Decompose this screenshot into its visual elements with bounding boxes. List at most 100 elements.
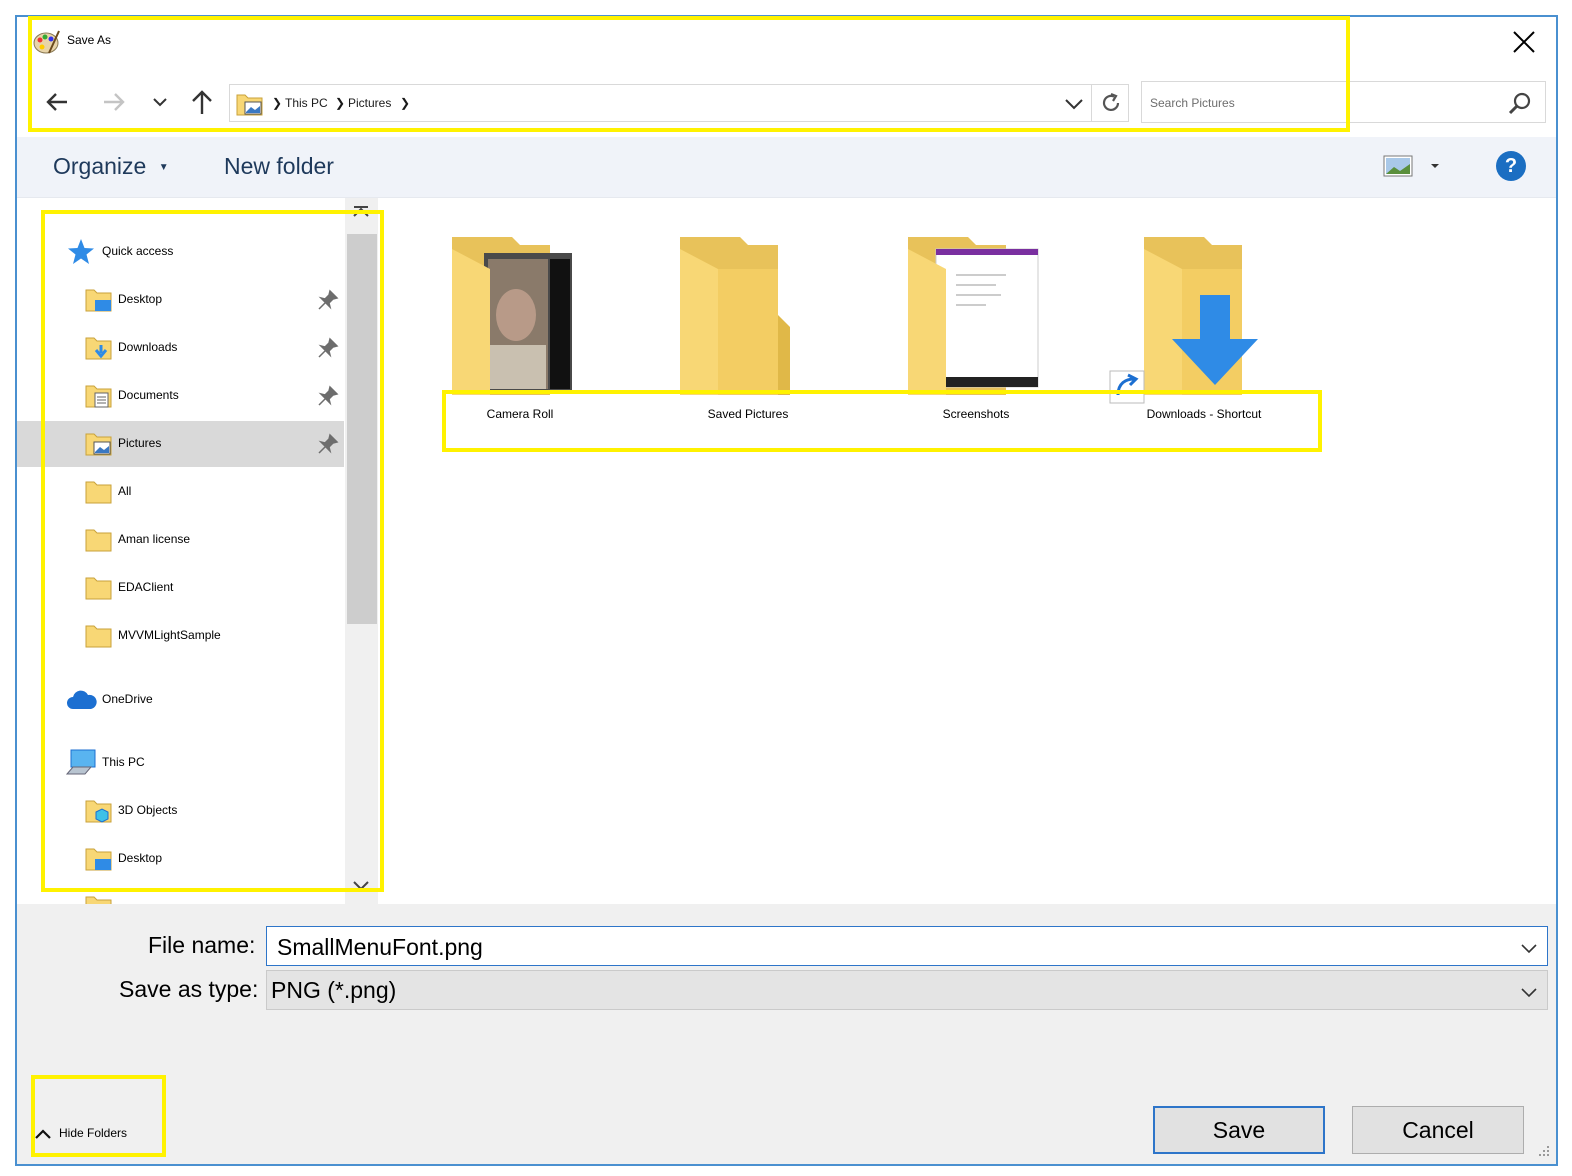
breadcrumb-pictures[interactable]: Pictures [348, 96, 391, 110]
command-toolbar: Organize ▼ New folder ? [17, 137, 1556, 198]
nav-onedrive[interactable]: OneDrive [17, 677, 344, 723]
nav-label: Aman license [118, 532, 191, 546]
save-as-dialog: Save As ❯ This PC ❯ Pictures ❯ Search Pi… [15, 15, 1558, 1166]
pin-icon[interactable] [317, 337, 339, 364]
shortcut-folder-icon [1109, 237, 1258, 404]
documents-folder-icon [85, 383, 113, 414]
organize-button[interactable]: Organize ▼ [53, 153, 169, 180]
cloud-icon [65, 689, 97, 716]
scroll-up-icon[interactable] [352, 205, 370, 224]
desktop-folder-icon [85, 287, 113, 318]
file-name-input[interactable] [275, 931, 1509, 963]
pictures-folder-icon [85, 431, 113, 462]
save-as-type-value: PNG (*.png) [271, 977, 397, 1003]
star-icon [67, 238, 95, 271]
caret-down-icon: ▼ [158, 162, 169, 174]
arrow-left-icon [46, 93, 67, 111]
refresh-button[interactable] [1091, 85, 1129, 121]
forward-button[interactable] [96, 85, 132, 119]
save-options-panel: File name: Save as type: PNG (*.png) Hid… [17, 904, 1556, 1164]
file-name-combobox[interactable] [266, 926, 1548, 966]
folder-name: Downloads - Shortcut [1146, 407, 1262, 421]
refresh-icon [1102, 92, 1119, 112]
organize-label: Organize [53, 153, 147, 179]
close-button[interactable] [1507, 27, 1541, 57]
nav-label: EDAClient [118, 580, 174, 594]
nav-label: 3D Objects [118, 803, 178, 817]
address-bar[interactable]: ❯ This PC ❯ Pictures ❯ [229, 84, 1129, 122]
hide-folders-button[interactable]: Hide Folders [35, 1126, 127, 1140]
folder-downloads-shortcut[interactable]: Downloads - Shortcut [1109, 227, 1294, 447]
save-button[interactable]: Save [1153, 1106, 1325, 1154]
nav-label: Documents [118, 388, 179, 402]
chevron-down-icon [1065, 99, 1083, 110]
chevron-up-icon [35, 1129, 51, 1139]
nav-item-all[interactable]: All [17, 469, 344, 515]
nav-item-partial[interactable] [17, 884, 344, 904]
nav-label: Desktop [118, 851, 163, 865]
view-icon [1383, 155, 1439, 177]
chevron-down-icon [153, 98, 167, 107]
breadcrumb-separator-icon: ❯ [335, 96, 346, 110]
cancel-button[interactable]: Cancel [1352, 1106, 1524, 1154]
nav-quick-access[interactable]: Quick access [17, 229, 344, 275]
folder-icon [85, 894, 113, 904]
breadcrumb-this-pc[interactable]: This PC [285, 96, 328, 110]
pin-icon[interactable] [317, 433, 339, 460]
folder-icon [680, 237, 790, 395]
scrollbar-thumb[interactable] [347, 234, 377, 624]
search-input[interactable] [1148, 82, 1492, 124]
nav-item-aman-license[interactable]: Aman license [17, 517, 344, 563]
nav-label: OneDrive [102, 692, 153, 706]
nav-item-3d-objects[interactable]: 3D Objects [17, 788, 344, 834]
resize-grip-icon[interactable] [1537, 1144, 1551, 1163]
recent-locations-button[interactable] [145, 85, 175, 119]
nav-item-mvvmlightsample[interactable]: MVVMLightSample [17, 613, 344, 659]
up-button[interactable] [184, 85, 220, 119]
scroll-down-icon[interactable] [352, 879, 370, 898]
folder-icon [85, 623, 113, 654]
folder-screenshots[interactable]: Screenshots [886, 227, 1066, 447]
back-button[interactable] [39, 85, 75, 119]
folder-icon [85, 575, 113, 606]
downloads-folder-icon [85, 335, 113, 366]
search-icon[interactable] [1508, 91, 1532, 120]
save-as-type-select[interactable]: PNG (*.png) [266, 970, 1548, 1010]
nav-item-desktop-pc[interactable]: Desktop [17, 836, 344, 882]
nav-item-desktop[interactable]: Desktop [17, 277, 344, 323]
file-name-label: File name: [148, 932, 256, 958]
paint-app-icon [31, 27, 61, 62]
help-icon: ? [1504, 154, 1518, 177]
nav-this-pc[interactable]: This PC [17, 740, 344, 786]
nav-label: Desktop [118, 292, 163, 306]
nav-item-downloads[interactable]: Downloads [17, 325, 344, 371]
hide-folders-label: Hide Folders [59, 1126, 128, 1140]
folder-icon [85, 479, 113, 510]
camera-roll-folder-icon [452, 237, 572, 395]
screenshots-folder-icon [908, 237, 1039, 395]
help-button[interactable]: ? [1496, 151, 1526, 181]
new-folder-button[interactable]: New folder [224, 153, 334, 180]
folder-camera-roll[interactable]: Camera Roll [430, 227, 610, 447]
nav-label: Downloads [118, 340, 178, 354]
nav-item-documents[interactable]: Documents [17, 373, 344, 419]
computer-icon [65, 748, 97, 781]
change-view-button[interactable] [1383, 155, 1443, 182]
folder-name: Screenshots [942, 407, 1010, 421]
search-box[interactable] [1141, 81, 1546, 124]
chevron-down-icon[interactable] [1521, 941, 1537, 959]
arrow-up-icon [192, 90, 212, 114]
navigation-pane: Quick access Desktop Downloads Documents [17, 198, 364, 904]
nav-label: Quick access [102, 244, 174, 258]
breadcrumb-separator-icon: ❯ [272, 96, 283, 110]
address-dropdown-button[interactable] [1064, 97, 1084, 116]
arrow-right-icon [104, 93, 125, 111]
nav-item-pictures[interactable]: Pictures [17, 421, 344, 467]
folder-saved-pictures[interactable]: Saved Pictures [658, 227, 838, 447]
pin-icon[interactable] [317, 385, 339, 412]
folder-name: Saved Pictures [707, 407, 789, 421]
pin-icon[interactable] [317, 289, 339, 316]
breadcrumb-separator-icon[interactable]: ❯ [400, 96, 410, 110]
nav-item-edaclient[interactable]: EDAClient [17, 565, 344, 611]
folder-icon [85, 527, 113, 558]
